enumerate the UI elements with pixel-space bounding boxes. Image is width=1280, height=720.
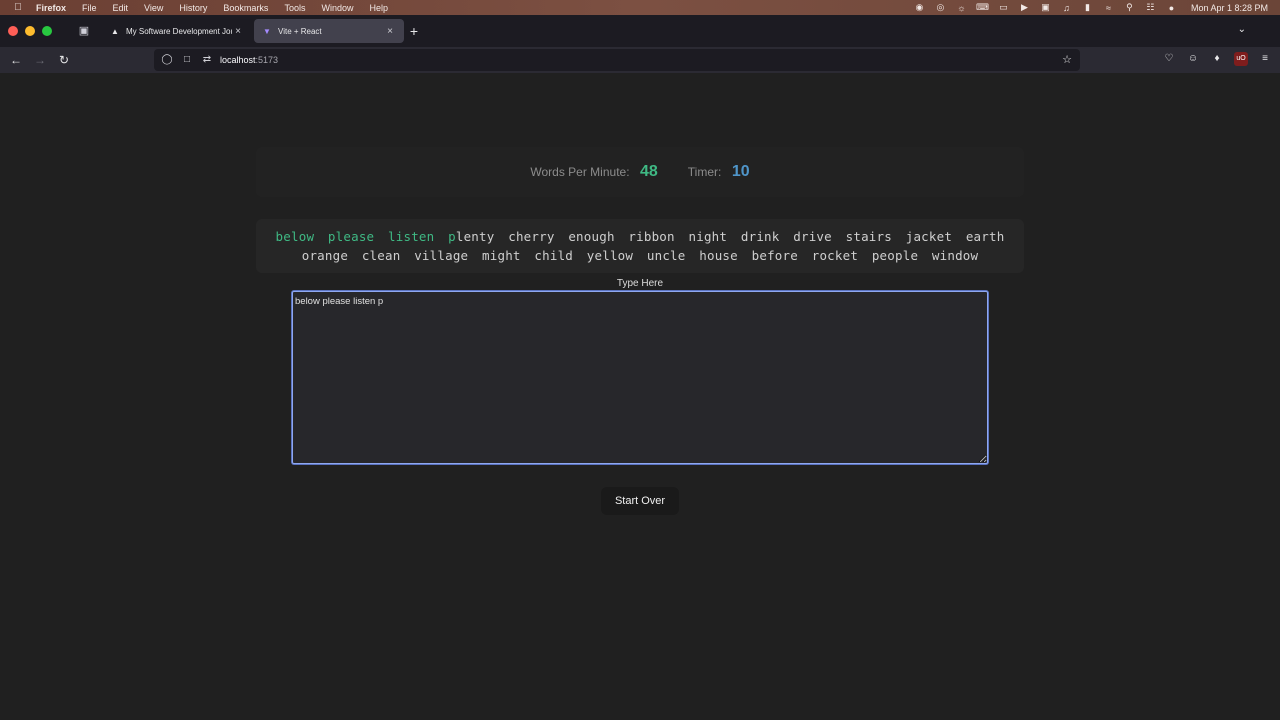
browser-nav-bar: ← → ↻ ◯ □ ⇄ localhost:5173 ☆ ♡ ☺ ♦ uO ≡ (0, 47, 1280, 73)
remaining-word: drive (793, 229, 832, 244)
remaining-word: enough (568, 229, 615, 244)
ublock-icon[interactable]: uO (1234, 52, 1248, 66)
window-controls (8, 26, 52, 36)
display-icon[interactable]: ▭ (998, 2, 1009, 13)
page-content: Words Per Minute: 48 Timer: 10 below ple… (0, 73, 1280, 720)
wpm-value: 48 (640, 163, 658, 180)
remaining-word: might (482, 248, 521, 263)
volume-icon[interactable]: ♫ (1061, 2, 1072, 13)
timer-label: Timer: (687, 165, 722, 179)
back-arrow-icon[interactable]: ← (8, 52, 24, 68)
zoom-window-button[interactable] (42, 26, 52, 36)
vite-icon: ▼ (263, 26, 271, 36)
remaining-word: night (688, 229, 728, 244)
menu-app-firefox[interactable]: Firefox (36, 3, 66, 13)
minimize-window-button[interactable] (25, 26, 35, 36)
tab-title: Vite + React (278, 26, 322, 36)
battery-icon[interactable]: ▮ (1082, 2, 1093, 13)
play-icon[interactable]: ▶ (1019, 2, 1030, 13)
account-icon[interactable]: ☺ (1186, 52, 1200, 66)
completed-word: listen (388, 229, 435, 244)
bookmark-star-icon[interactable]: ☆ (1060, 53, 1074, 67)
macos-menu-bar:  Firefox File Edit View History Bookmar… (0, 0, 1280, 15)
siri-icon[interactable]: ● (1166, 2, 1177, 13)
menu-tools[interactable]: Tools (284, 3, 305, 13)
permissions-icon[interactable]: ⇄ (200, 53, 214, 67)
mirror-icon[interactable]: ▣ (1040, 2, 1051, 13)
menu-edit[interactable]: Edit (113, 3, 129, 13)
remaining-word: house (699, 248, 738, 263)
wpm-stat: Words Per Minute: 48 (530, 163, 657, 181)
remaining-word: ribbon (628, 229, 675, 244)
remaining-word: people (871, 248, 919, 263)
menu-bar-clock[interactable]: Mon Apr 1 8:28 PM (1191, 3, 1268, 13)
wpm-label: Words Per Minute: (530, 165, 630, 179)
triangle-icon: ▲ (111, 26, 119, 36)
control-center-icon[interactable]: ☷ (1145, 2, 1156, 13)
address-bar[interactable]: ◯ □ ⇄ localhost:5173 ☆ (154, 49, 1080, 71)
remaining-word: window (931, 248, 979, 263)
remaining-word: yellow (586, 248, 634, 263)
pocket-icon[interactable]: ♡ (1162, 52, 1176, 66)
hamburger-menu-icon[interactable]: ≡ (1258, 52, 1272, 66)
tab-software-journal[interactable]: ▲ My Software Development Jour × (102, 19, 252, 43)
menu-window[interactable]: Window (321, 3, 353, 13)
tab-vite-react[interactable]: ▼ Vite + React × (254, 19, 404, 43)
brightness-icon[interactable]: ☼ (956, 2, 967, 13)
remaining-word: rocket (811, 248, 859, 263)
forward-arrow-icon[interactable]: → (32, 52, 48, 68)
timer-stat: Timer: 10 (688, 163, 750, 181)
menu-history[interactable]: History (179, 3, 207, 13)
target-words-panel: below please listen plenty cherry enough… (256, 219, 1024, 273)
typing-area-label: Type Here (616, 278, 664, 289)
remaining-word: drink (740, 229, 780, 244)
remaining-word: clean (361, 248, 401, 263)
current-word: plenty (448, 229, 494, 244)
menu-bookmarks[interactable]: Bookmarks (223, 3, 268, 13)
remaining-word: before (751, 248, 798, 263)
remaining-word: village (414, 248, 469, 263)
menu-view[interactable]: View (144, 3, 163, 13)
url-port: :5173 (255, 55, 279, 65)
chevron-down-icon[interactable]: ⌄ (1238, 24, 1246, 35)
page-icon[interactable]: □ (180, 53, 194, 67)
tab-list-icon[interactable]: ▣ (77, 24, 91, 38)
remaining-word: child (534, 248, 574, 263)
remaining-word: jacket (905, 229, 953, 244)
current-word-rest: lenty (455, 229, 495, 244)
keyboard-icon[interactable]: ⌨ (976, 2, 989, 13)
reload-icon[interactable]: ↻ (56, 52, 72, 68)
current-word-typed: p (448, 229, 456, 244)
menu-help[interactable]: Help (369, 3, 388, 13)
remaining-word: earth (965, 229, 1005, 244)
url-text[interactable]: localhost:5173 (220, 55, 278, 65)
record-icon[interactable]: ◉ (914, 2, 925, 13)
shield-icon[interactable]: ◯ (160, 53, 174, 67)
remaining-word: stairs (845, 229, 892, 244)
tab-title: My Software Development Jour (126, 26, 232, 36)
remaining-word: orange (301, 248, 349, 263)
spotlight-search-icon[interactable]: ⚲ (1124, 2, 1135, 13)
close-window-button[interactable] (8, 26, 18, 36)
extensions-icon[interactable]: ♦ (1210, 52, 1224, 66)
completed-word: please (327, 229, 375, 244)
new-tab-button[interactable]: + (406, 23, 422, 39)
menu-bar-status-area: ◉ ◎ ☼ ⌨ ▭ ▶ ▣ ♫ ▮ ≈ ⚲ ☷ ● Mon Apr 1 8:28… (914, 0, 1268, 15)
remaining-word: uncle (646, 248, 686, 263)
stats-panel: Words Per Minute: 48 Timer: 10 (256, 147, 1024, 197)
browser-tab-strip: ▣ ▲ My Software Development Jour × ▼ Vit… (0, 15, 1280, 47)
wifi-icon[interactable]: ≈ (1103, 2, 1114, 13)
close-tab-icon[interactable]: × (384, 26, 396, 37)
url-host: localhost (220, 55, 256, 65)
start-over-button[interactable]: Start Over (601, 487, 679, 515)
vpn-icon[interactable]: ◎ (935, 2, 946, 13)
remaining-word: cherry (508, 229, 555, 244)
close-tab-icon[interactable]: × (232, 26, 244, 37)
timer-value: 10 (731, 163, 750, 180)
menu-file[interactable]: File (82, 3, 97, 13)
completed-word: below (275, 229, 315, 244)
toolbar-right: ♡ ☺ ♦ uO ≡ (1162, 52, 1272, 66)
apple-icon[interactable]:  (12, 2, 24, 13)
typing-input[interactable]: below please listen p (292, 291, 988, 464)
